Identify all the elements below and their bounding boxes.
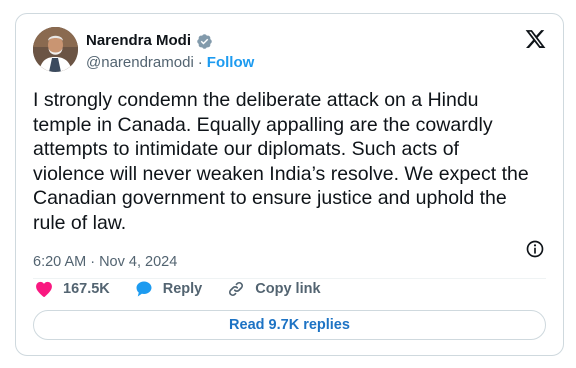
action-bar: 167.5K Reply Copy link: [34, 278, 345, 300]
reply-button[interactable]: Reply: [134, 279, 203, 299]
tweet-text: I strongly condemn the deliberate attack…: [33, 89, 529, 234]
handle-separator: ·: [197, 54, 203, 71]
verified-badge-icon[interactable]: [196, 33, 213, 50]
read-replies-button[interactable]: Read 9.7K replies: [33, 310, 546, 340]
like-count: 167.5K: [63, 281, 110, 297]
x-logo-icon[interactable]: [524, 28, 547, 50]
author-name-row: Narendra Modi: [86, 30, 213, 52]
speech-bubble-icon: [136, 281, 152, 297]
avatar[interactable]: [33, 27, 78, 72]
reply-label: Reply: [162, 281, 203, 297]
copy-link-label: Copy link: [255, 281, 321, 297]
heart-icon: [36, 281, 52, 298]
author-name[interactable]: Narendra Modi: [86, 31, 191, 51]
info-icon[interactable]: [525, 239, 545, 259]
copy-link-button[interactable]: Copy link: [226, 279, 321, 299]
tweet-card[interactable]: Narendra Modi @narendramodi · Follow I s…: [15, 13, 564, 356]
avatar-image: [33, 27, 78, 72]
author-handle-row: @narendramodi · Follow: [86, 53, 254, 73]
tweet-timestamp[interactable]: 6:20 AM · Nov 4, 2024: [33, 252, 177, 272]
like-button[interactable]: 167.5K: [34, 279, 110, 299]
link-icon: [229, 282, 244, 296]
author-handle[interactable]: @narendramodi: [86, 53, 194, 73]
follow-button[interactable]: Follow: [207, 53, 255, 73]
